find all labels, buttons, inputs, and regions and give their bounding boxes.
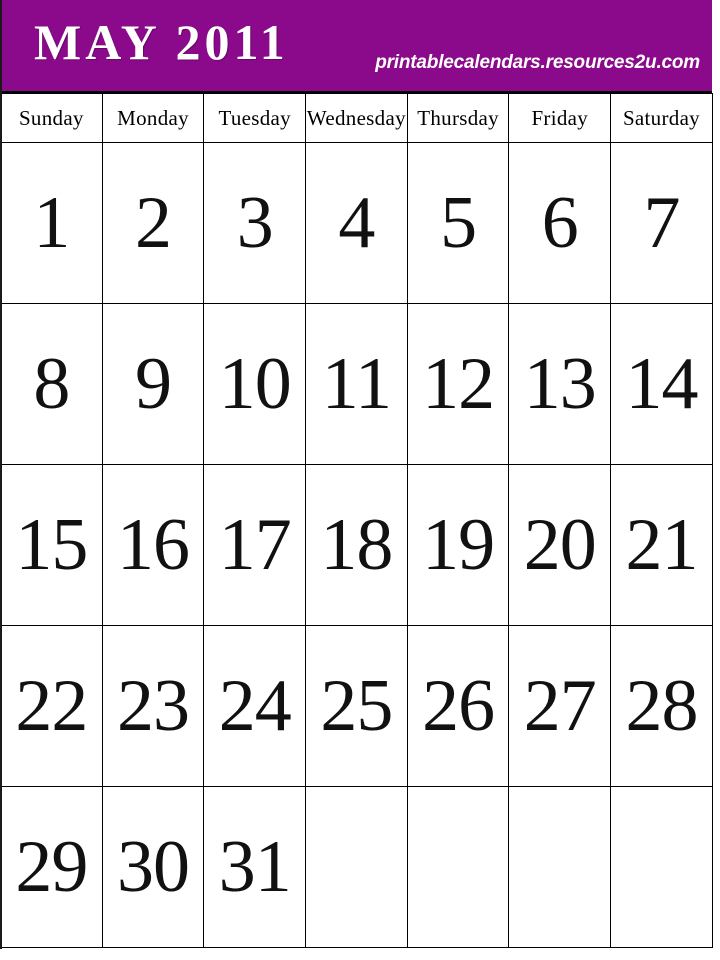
day-number: 9 (135, 343, 172, 425)
day-cell[interactable]: 22 (0, 625, 103, 787)
day-number: 23 (117, 665, 190, 747)
day-cell[interactable]: 28 (610, 625, 713, 787)
day-cell[interactable]: 15 (0, 464, 103, 626)
day-number: 8 (33, 343, 70, 425)
day-cell[interactable]: 29 (0, 786, 103, 948)
day-cell[interactable]: 8 (0, 303, 103, 465)
page-left-rule (0, 0, 2, 949)
day-number: 16 (117, 504, 190, 586)
day-number: 31 (218, 826, 292, 908)
source-website-url: printablecalendars.resources2u.com (375, 52, 700, 73)
day-cell[interactable]: 3 (203, 142, 307, 304)
day-cell[interactable]: 25 (305, 625, 408, 787)
calendar-page: MAY 2011 printablecalendars.resources2u.… (0, 0, 720, 960)
weekday-header-row: Sunday Monday Tuesday Wednesday Thursday… (0, 93, 713, 143)
day-number: 26 (422, 665, 495, 747)
calendar-week-row: 29 30 31 (0, 786, 713, 948)
day-number: 3 (236, 182, 274, 264)
day-cell[interactable]: 6 (508, 142, 612, 304)
day-cell-empty[interactable] (305, 786, 408, 948)
day-number: 13 (523, 343, 597, 425)
calendar-week-row: 1 2 3 4 5 6 7 (0, 142, 713, 304)
weekday-header-tuesday: Tuesday (203, 93, 307, 143)
day-number: 2 (135, 182, 172, 264)
day-cell[interactable]: 30 (101, 786, 205, 948)
day-cell[interactable]: 2 (101, 142, 205, 304)
day-cell[interactable]: 26 (406, 625, 510, 787)
calendar-week-row: 8 9 10 11 12 13 14 (0, 303, 713, 465)
day-cell[interactable]: 20 (508, 464, 612, 626)
day-number: 5 (440, 182, 477, 264)
weekday-header-saturday: Saturday (610, 93, 713, 143)
day-number: 1 (33, 182, 70, 264)
day-number: 14 (625, 343, 698, 425)
day-number: 6 (541, 182, 579, 264)
day-cell[interactable]: 7 (610, 142, 713, 304)
day-number: 15 (15, 504, 88, 586)
day-cell[interactable]: 13 (508, 303, 612, 465)
day-cell[interactable]: 23 (101, 625, 205, 787)
day-number: 22 (15, 665, 88, 747)
day-cell[interactable]: 1 (0, 142, 103, 304)
day-cell[interactable]: 16 (101, 464, 205, 626)
day-number: 17 (218, 504, 292, 586)
day-number: 19 (422, 504, 495, 586)
day-number: 29 (15, 826, 88, 908)
calendar-week-row: 22 23 24 25 26 27 28 (0, 625, 713, 787)
calendar-header: MAY 2011 printablecalendars.resources2u.… (0, 0, 712, 93)
day-cell[interactable]: 4 (305, 142, 408, 304)
calendar-grid: Sunday Monday Tuesday Wednesday Thursday… (0, 93, 713, 948)
day-number: 18 (320, 504, 393, 586)
day-number: 30 (117, 826, 190, 908)
day-cell[interactable]: 10 (203, 303, 307, 465)
day-cell[interactable]: 21 (610, 464, 713, 626)
day-cell[interactable]: 24 (203, 625, 307, 787)
day-cell[interactable]: 9 (101, 303, 205, 465)
day-cell-empty[interactable] (610, 786, 713, 948)
page-title: MAY 2011 (34, 14, 289, 70)
weekday-header-sunday: Sunday (0, 93, 103, 143)
day-number: 28 (625, 665, 698, 747)
day-number: 25 (320, 665, 393, 747)
day-cell-empty[interactable] (406, 786, 510, 948)
day-number: 4 (338, 182, 375, 264)
weekday-header-friday: Friday (508, 93, 612, 143)
day-number: 20 (523, 504, 597, 586)
day-number: 27 (523, 665, 597, 747)
calendar-week-row: 15 16 17 18 19 20 21 (0, 464, 713, 626)
day-cell[interactable]: 17 (203, 464, 307, 626)
day-cell[interactable]: 11 (305, 303, 408, 465)
day-cell[interactable]: 27 (508, 625, 612, 787)
day-number: 11 (321, 343, 392, 425)
day-cell-empty[interactable] (508, 786, 612, 948)
day-cell[interactable]: 18 (305, 464, 408, 626)
weekday-header-thursday: Thursday (406, 93, 510, 143)
day-number: 24 (218, 665, 292, 747)
day-cell[interactable]: 14 (610, 303, 713, 465)
day-number: 21 (625, 504, 698, 586)
day-number: 12 (422, 343, 495, 425)
day-number: 10 (218, 343, 292, 425)
weekday-header-wednesday: Wednesday (305, 93, 408, 143)
day-number: 7 (643, 182, 680, 264)
day-cell[interactable]: 31 (203, 786, 307, 948)
weekday-header-monday: Monday (101, 93, 205, 143)
day-cell[interactable]: 5 (406, 142, 510, 304)
day-cell[interactable]: 12 (406, 303, 510, 465)
day-cell[interactable]: 19 (406, 464, 510, 626)
